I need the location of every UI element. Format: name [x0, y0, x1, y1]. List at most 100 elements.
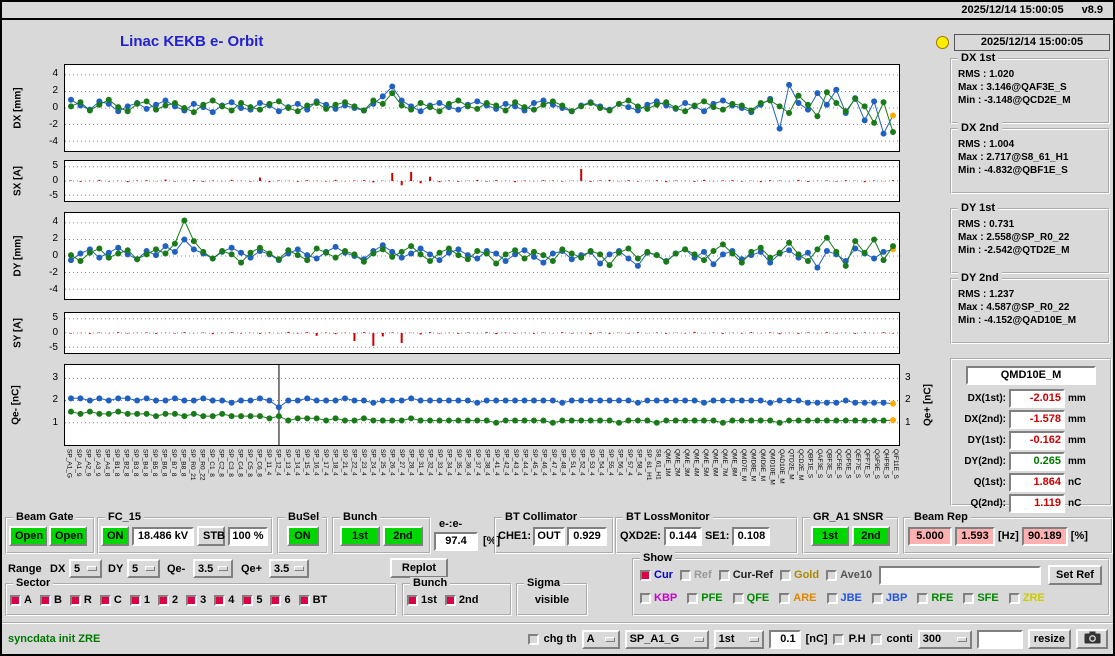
conti-checkbox[interactable]	[870, 633, 882, 645]
bpm-axis-label: SP_54_4	[597, 449, 605, 476]
bpm-axis-label: SP_33_4	[435, 449, 443, 476]
qxd2e-label: QXD2E:	[620, 530, 661, 542]
bpm-axis-label: SP_C3_8	[226, 449, 234, 477]
page-title: Linac KEKB e- Orbit	[120, 33, 264, 50]
sx-axis-label: SX [A]	[12, 166, 24, 196]
show-ave10-checkbox[interactable]: Ave10	[826, 569, 872, 581]
bpm-axis-label: SP_23_4	[359, 449, 367, 476]
set-ref-entry[interactable]	[879, 565, 1041, 585]
bunch-2nd-label: 2nd	[458, 594, 479, 606]
gr-a1-2nd-button[interactable]: 2nd	[852, 526, 890, 546]
dx-axis-label: DX [mm]	[12, 87, 24, 129]
y-tick-label: -5	[49, 342, 58, 353]
show-cur-ref-checkbox[interactable]: Cur-Ref	[718, 569, 773, 581]
show-gold-checkbox[interactable]: Gold	[780, 569, 819, 581]
bpm-axis-label: QME_5M	[701, 449, 709, 477]
fc15-on-button[interactable]: ON	[101, 526, 129, 546]
sector-1-checkbox[interactable]: 1	[129, 594, 150, 606]
bpm-axis-label: SP_25_4	[378, 449, 386, 476]
range-dx-select[interactable]: 5	[69, 559, 102, 578]
min-value: Min : -4.832@QBF1E_S	[958, 165, 1068, 176]
bunch-number-select[interactable]: 1st	[713, 629, 764, 649]
y-tick-label: 1	[52, 417, 58, 429]
sector-6-checkbox[interactable]: 6	[270, 594, 291, 606]
bpm-axis-label: SP_52_4	[578, 449, 586, 476]
sector-b-checkbox[interactable]: B	[39, 594, 62, 606]
set-ref-button[interactable]: Set Ref	[1048, 565, 1102, 585]
sector-a-checkbox[interactable]: A	[10, 594, 32, 606]
show-cur-checkbox[interactable]: Cur	[640, 569, 673, 581]
busel-on-button[interactable]: ON	[286, 526, 319, 546]
range-dy-select[interactable]: 5	[127, 559, 160, 578]
show-jbe-checkbox[interactable]: JBE	[826, 592, 862, 604]
bpm-axis-label: SP_A3_9	[93, 449, 101, 477]
dy-orbit-chart	[64, 212, 900, 300]
show-rfe-checkbox[interactable]: RFE	[917, 592, 953, 604]
sector-bt-checkbox[interactable]: BT	[298, 594, 327, 606]
sector-4-checkbox[interactable]: 4	[214, 594, 234, 606]
gr-a1-1st-button[interactable]: 1st	[811, 526, 849, 546]
bpm-readout-unit: nC	[1068, 477, 1082, 488]
chg-th-checkbox[interactable]	[527, 633, 539, 645]
sector-2-checkbox[interactable]: 2	[157, 594, 178, 606]
bunch-2nd-button[interactable]: 2nd	[383, 526, 423, 546]
bpm-axis-label: SP_A1_G	[65, 449, 73, 478]
bpm-axis-label: QMD9E_M	[758, 449, 766, 482]
show-qfe-checkbox[interactable]: QFE	[732, 592, 769, 604]
sector-4-label: 4	[228, 594, 235, 606]
beam-gate-open-button-2[interactable]: Open	[49, 526, 87, 546]
show-are-checkbox[interactable]: ARE	[779, 592, 817, 604]
sector-5-checkbox[interactable]: 5	[242, 594, 262, 606]
show-zre-checkbox[interactable]: ZRE	[1008, 592, 1045, 604]
range-dy-label: DY	[108, 563, 124, 575]
bpm-axis-label: QTD2E_M	[787, 449, 795, 480]
screenshot-button[interactable]	[1076, 629, 1108, 649]
range-qem-select[interactable]: 3.5	[193, 559, 233, 578]
threshold-entry[interactable]	[768, 629, 801, 649]
bunch-title: Bunch	[340, 511, 381, 523]
sigma-visible-option[interactable]: visible	[535, 594, 569, 606]
show-jbp-checkbox[interactable]: JBP	[871, 592, 907, 604]
bpm-axis-label: SP_C4_8	[236, 449, 244, 477]
show-ref-checkbox[interactable]: Ref	[679, 569, 712, 581]
count-entry[interactable]	[976, 629, 1023, 649]
busel-panel: BuSel ON	[277, 511, 328, 554]
bpm-axis-label: QMD7E_M	[739, 449, 747, 482]
sector-3-checkbox[interactable]: 3	[186, 594, 206, 606]
camera-icon	[1084, 631, 1101, 648]
sector-c-checkbox[interactable]: C	[99, 594, 122, 606]
ph-checkbox[interactable]	[832, 633, 844, 645]
sector-a-label: A	[24, 594, 32, 606]
dx-orbit-chart	[64, 64, 900, 152]
bpm-axis-label: SP_37_4	[473, 449, 481, 476]
bpm-axis-label: SP_22_4	[350, 449, 358, 476]
bpm-axis-label: QCF5E_S	[834, 449, 842, 479]
replot-button[interactable]: Replot	[390, 558, 448, 578]
bpm-name-select[interactable]: SP_A1_G	[624, 629, 709, 649]
bpm-axis-label: QDF5E_S	[844, 449, 852, 479]
sector-scope-select[interactable]: A	[581, 629, 620, 649]
show-kbp-label: KBP	[654, 592, 678, 604]
bunch-1st-button[interactable]: 1st	[340, 526, 380, 546]
show-sfe-checkbox[interactable]: SFE	[963, 592, 999, 604]
bpm-axis-label: SP_42_4	[502, 449, 510, 476]
sector-r-checkbox[interactable]: R	[69, 594, 92, 606]
checkbox-indicator-icon	[917, 592, 929, 604]
y-tick-label: 2	[52, 233, 58, 245]
bpm-axis-label: QME_8M	[730, 449, 738, 477]
sy-ytick-labels: 5 0 -5	[40, 312, 60, 354]
show-pfe-checkbox[interactable]: PFE	[687, 592, 723, 604]
resize-button[interactable]: resize	[1027, 629, 1071, 649]
beam-gate-open-button-1[interactable]: Open	[9, 526, 47, 546]
show-kbp-checkbox[interactable]: KBP	[640, 592, 677, 604]
range-qep-select[interactable]: 3.5	[269, 559, 309, 578]
fc15-stb-button[interactable]: STB	[197, 526, 225, 546]
interval-select[interactable]: 300	[917, 629, 972, 649]
y-tick-label: 5	[52, 160, 58, 171]
bunch-2nd-checkbox[interactable]: 2nd	[444, 594, 479, 606]
checkbox-indicator-icon	[214, 594, 226, 606]
beam-gate-panel: Beam Gate Open Open	[5, 511, 95, 554]
bunch-1st-checkbox[interactable]: 1st	[407, 594, 437, 606]
bpm-axis-label: SP_C5_8	[245, 449, 253, 477]
fc15-panel: FC_15 ON 18.486 kV STB 100 %	[97, 511, 273, 554]
